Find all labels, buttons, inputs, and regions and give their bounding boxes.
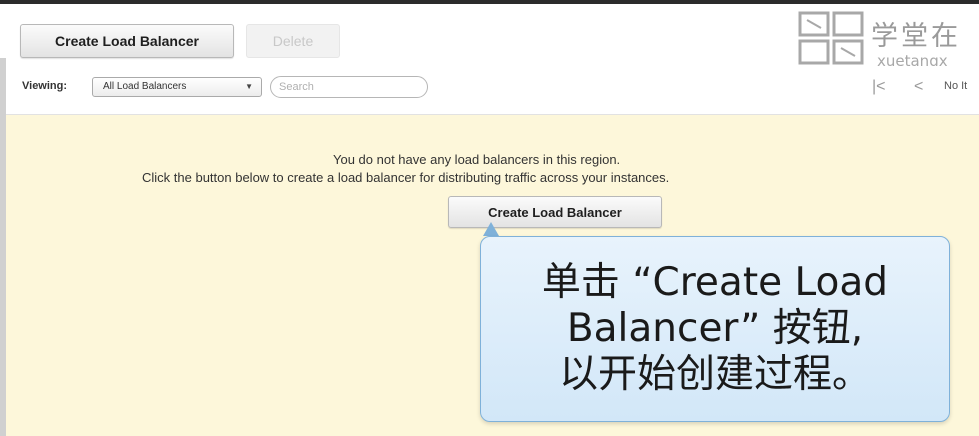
xuetangx-watermark: 学堂在 xuetangx [797,10,979,72]
search-input[interactable]: Search [270,76,428,98]
first-page-icon[interactable]: |< [872,78,886,96]
viewing-select-value: All Load Balancers [103,81,187,92]
callout-line-2: Balancer” 按钮, [566,306,864,351]
viewing-label: Viewing: [22,80,68,92]
select-arrow-icon: ▼ [245,82,253,91]
previous-page-icon[interactable]: < [914,78,923,96]
delete-button[interactable]: Delete [246,24,340,58]
pager-status-text: No It [944,80,968,92]
tutorial-callout: 单击 “Create Load Balancer” 按钮, 以开始创建过程。 [480,236,950,422]
watermark-cn-text: 学堂在 [871,21,961,52]
empty-state-instructions: Click the button below to create a load … [142,170,670,185]
callout-line-3: 以开始创建过程。 [558,352,871,397]
empty-state-message: You do not have any load balancers in th… [333,152,621,167]
watermark-logo-icon [798,11,864,65]
create-load-balancer-button[interactable]: Create Load Balancer [20,24,234,58]
left-edge-divider [0,58,6,436]
callout-line-1: 单击 “Create Load [541,260,889,305]
callout-pointer [483,222,499,236]
viewing-select[interactable]: All Load Balancers ▼ [92,77,262,97]
filter-bar: Viewing: All Load Balancers ▼ Search |< … [0,66,979,115]
create-load-balancer-center-button[interactable]: Create Load Balancer [448,196,662,228]
